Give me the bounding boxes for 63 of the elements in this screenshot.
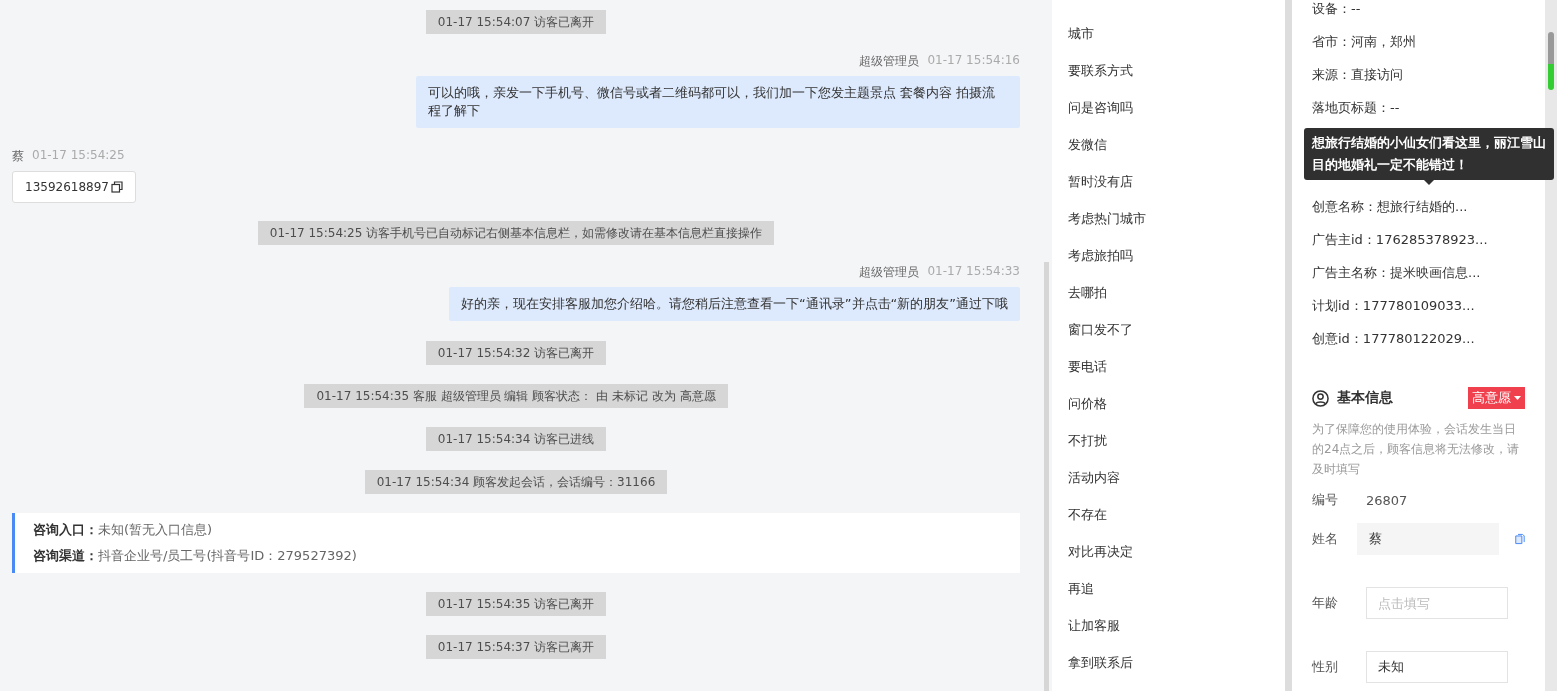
quick-reply-item[interactable]: 问是咨询吗 [1052, 99, 1285, 136]
system-message: 01-17 15:54:35 访客已离开 [425, 592, 607, 616]
quick-reply-item[interactable]: 窗口发不了 [1052, 321, 1285, 358]
info-line: 创意id：177780122029... [1312, 330, 1476, 348]
quick-reply-item[interactable]: 要电话 [1052, 358, 1285, 395]
age-field[interactable]: 点击填写 [1366, 587, 1508, 619]
section-title: 基本信息 [1337, 389, 1394, 407]
quick-reply-item[interactable]: 问价格 [1052, 395, 1285, 432]
info-line: 广告主id：176285378923... [1312, 231, 1489, 249]
scrollbar[interactable] [1285, 0, 1292, 691]
copy-icon[interactable] [111, 181, 123, 193]
info-line: 设备：-- [1312, 0, 1362, 18]
scrollbar[interactable] [1043, 262, 1049, 691]
info-line: 咨询入口：未知(暂无入口信息) [33, 521, 214, 539]
system-message: 01-17 15:54:25 访客手机号已自动标记右侧基本信息栏，如需修改请在基本信息栏直接操作 [257, 221, 775, 245]
quick-reply-item[interactable]: 不打扰 [1052, 432, 1285, 469]
caret-icon [1514, 396, 1521, 400]
quick-reply-item[interactable]: 城市 [1052, 25, 1285, 62]
quick-reply-item[interactable]: 再追 [1052, 580, 1285, 617]
message-time: 01-17 15:54:16 [927, 53, 1020, 69]
message-text: 13592618897 [25, 180, 109, 194]
user-icon [1312, 389, 1329, 407]
info-line: 省市：河南，郑州 [1312, 33, 1417, 51]
notice-text: 为了保障您的使用体验，会话发生当日的24点之后，顾客信息将无法修改，请及时填写 [1312, 421, 1521, 478]
field-label: 性别 [1312, 658, 1339, 676]
quick-reply-item[interactable]: 拿到联系后 [1052, 654, 1285, 691]
info-line: 广告主名称：提米映画信息... [1312, 264, 1482, 282]
quick-reply-item[interactable]: 考虑旅拍吗 [1052, 247, 1285, 284]
sender-name: 超级管理员 [859, 53, 920, 70]
system-message: 01-17 15:54:07 访客已离开 [425, 10, 607, 34]
sender-name: 超级管理员 [859, 264, 920, 281]
system-message: 01-17 15:54:32 访客已离开 [425, 341, 607, 365]
quick-reply-item[interactable]: 考虑热门城市 [1052, 210, 1285, 247]
agent-message-bubble: 好的亲，现在安排客服加您介绍哈。请您稍后注意查看一下“通讯录”并点击“新的朋友”通过下哦 [449, 287, 1020, 321]
quick-reply-item[interactable]: 不存在 [1052, 506, 1285, 543]
id-value: 26807 [1366, 492, 1408, 508]
name-field[interactable]: 蔡 [1357, 523, 1500, 555]
quick-reply-item[interactable]: 去哪拍 [1052, 284, 1285, 321]
system-message: 01-17 15:54:37 访客已离开 [425, 635, 607, 659]
quick-reply-item[interactable]: 让加客服 [1052, 617, 1285, 654]
info-line: 创意名称：想旅行结婚的... [1312, 198, 1469, 216]
field-label: 年龄 [1312, 594, 1339, 612]
field-label: 姓名 [1312, 530, 1339, 548]
info-line: 落地页标题：-- [1312, 99, 1401, 117]
status-dropdown[interactable]: 高意愿 [1468, 387, 1525, 409]
quick-reply-item[interactable]: 暂时没有店 [1052, 173, 1285, 210]
scrollbar[interactable] [1548, 32, 1554, 90]
info-line: 来源：直接访问 [1312, 66, 1404, 84]
system-message: 01-17 15:54:34 访客已进线 [425, 427, 607, 451]
agent-message-bubble: 可以的哦，亲发一下手机号、微信号或者二维码都可以，我们加一下您发主题景点 套餐内容 拍摄流程了解下 [416, 76, 1020, 128]
field-label: 编号 [1312, 491, 1339, 509]
quick-reply-item[interactable]: 活动内容 [1052, 469, 1285, 506]
gender-field[interactable]: 未知 [1366, 651, 1508, 683]
system-message: 01-17 15:54:35 客服 超级管理员 编辑 顾客状态： 由 未标记 改为 高意愿 [304, 384, 728, 408]
quick-reply-item[interactable]: 对比再决定 [1052, 543, 1285, 580]
message-time: 01-17 15:54:33 [927, 264, 1020, 280]
quick-reply-item[interactable]: 发微信 [1052, 136, 1285, 173]
info-line: 计划id：177780109033... [1312, 297, 1476, 315]
sender-name: 蔡 [12, 148, 24, 165]
quick-reply-item[interactable]: 要联系方式 [1052, 62, 1285, 99]
message-time: 01-17 15:54:25 [32, 148, 125, 164]
system-message: 01-17 15:54:34 顾客发起会话，会话编号：31166 [364, 470, 668, 494]
info-line: 咨询渠道：抖音企业号/员工号(抖音号ID：279527392) [33, 547, 358, 565]
